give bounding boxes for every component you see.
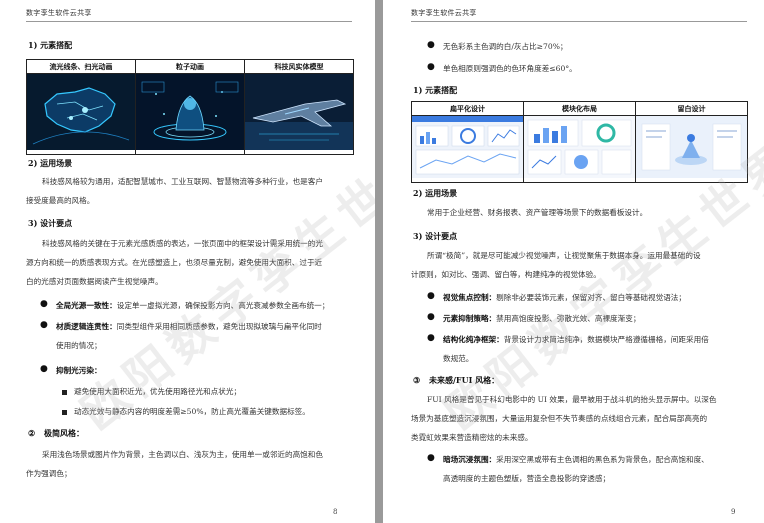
circled-number: ③ [413, 375, 421, 385]
bullet-continuation: 高透明度的主题色塑版，营造全息投影的穿透感； [443, 474, 611, 483]
running-header: 数字孪生软件云共享 [411, 9, 477, 17]
bullet-item: 无色彩系主色调的白/灰占比≥70%； [443, 42, 568, 51]
figure-cell [244, 73, 354, 155]
header-rule [26, 21, 352, 22]
paragraph-line: 常用于企业经营、财务报表、资产管理等场景下的数据看板设计。 [427, 208, 648, 217]
sub-bullet-item: 动态光效与静态内容的明度差需≥50%，防止高光覆盖关键数据标签。 [74, 407, 310, 416]
section-heading: 2) 运用场景 [28, 158, 73, 168]
sub-bullet-square [62, 410, 67, 415]
jet-model-image [245, 74, 353, 150]
bullet-dot: ● [427, 40, 435, 50]
bullet-continuation: 使用的情况； [56, 341, 102, 350]
bullet-item: 暗场沉浸氛围：采用深空黑或带有主色调相的黑色系为背景色，配合高饱和度、 [443, 455, 709, 464]
element-figure-table: 流光线条、扫光动画 粒子动画 科技风实体模型 [26, 59, 354, 155]
bullet-dot: ● [40, 320, 48, 330]
figure-cell [635, 115, 748, 183]
document-page-left: 数字孪生软件云共享 1) 元素搭配 流光线条、扫光动画 粒子动画 科技风实体模型 [0, 0, 375, 523]
section-heading: 3) 设计要点 [28, 218, 73, 228]
figure-header: 留白设计 [635, 101, 748, 116]
bullet-item: 抑制光污染： [56, 366, 102, 375]
figure-header: 科技风实体模型 [244, 59, 354, 74]
paragraph-line: 所谓“极简”，就是尽可能减少视觉噪声，让视觉聚焦于数据本身。运用最基础的设 [427, 251, 701, 260]
bullet-dot: ● [40, 364, 48, 374]
bullet-dot: ● [427, 312, 435, 322]
circled-number: ② [28, 428, 36, 438]
paragraph-line: 源方向和统一的质感表现方式。在光感塑造上，也须尽量克制，避免使用大面积、过于近 [26, 258, 323, 267]
section-heading: 3) 设计要点 [413, 231, 458, 241]
section-heading: 1) 元素搭配 [28, 40, 73, 50]
bullet-item: 结构化纯净框架：背景设计力求简洁纯净，数据模块严格遵循栅格，间距采用倍 [443, 335, 709, 344]
bullet-item: 材质逻辑连贯性：同类型组件采用相同质感参数，避免出现拟玻璃与扁平化同时 [56, 322, 322, 331]
header-rule [411, 21, 747, 22]
section-heading: 2) 运用场景 [413, 188, 458, 198]
section-heading: 1) 元素搭配 [413, 85, 458, 95]
paragraph-line: 作为强调色； [26, 469, 72, 478]
page-gutter [375, 0, 383, 523]
bullet-dot: ● [40, 299, 48, 309]
sub-bullet-square [62, 390, 67, 395]
figure-header: 模块化布局 [523, 101, 636, 116]
paragraph-line: 场景为基底塑造沉浸氛围，大量运用复杂但不失节奏感的点线组合元素，配合局部高亮的 [411, 414, 708, 423]
bullet-item: 单色相原则强调色的色环角度差≤60°。 [443, 64, 577, 73]
running-header: 数字孪生软件云共享 [26, 9, 92, 17]
figure-cell [411, 115, 524, 183]
bullet-dot: ● [427, 62, 435, 72]
figure-cell [135, 73, 245, 155]
bullet-dot: ● [427, 453, 435, 463]
page-number: 8 [333, 508, 338, 516]
bullet-item: 元素抑制策略：禁用高饱度投影、弥散光效、高裸度渐变； [443, 314, 641, 323]
page-number: 9 [731, 508, 736, 516]
sub-bullet-item: 避免使用大面积近光，优先使用路径光和点状光； [74, 387, 242, 396]
paragraph-line: 采用浅色场景或图片作为背景，主色调以白、浅灰为主，使用单一或邻近的高饱和色 [42, 450, 323, 459]
bullet-item: 视觉焦点控制：剔除非必要装饰元素，保留对齐、留白等基础视觉语法； [443, 293, 686, 302]
paragraph-line: 科技感风格的关键在于元素光感质感的表达，一张页面中的框架设计需采用统一的光 [42, 239, 323, 248]
bullet-dot: ● [427, 291, 435, 301]
particle-animation-image [136, 74, 244, 150]
figure-header: 粒子动画 [135, 59, 245, 74]
glowing-map-image [27, 74, 135, 150]
paragraph-line: 计原则，如对比、强调、留白等，构建纯净的视觉体验。 [411, 270, 601, 279]
paragraph-line: FUI 风格是曾见于科幻电影中的 UI 效果，最早被用于战斗机的抬头显示屏中。以… [427, 395, 717, 404]
figure-header: 扁平化设计 [411, 101, 524, 116]
figure-header: 流光线条、扫光动画 [26, 59, 136, 74]
bullet-item: 全局光源一致性：设定单一虚拟光源，确保投影方向、高光衰减参数全画布统一； [56, 301, 330, 310]
document-page-right: 数字孪生软件云共享 ● 无色彩系主色调的白/灰占比≥70%； ● 单色相原则强调… [383, 0, 764, 523]
modular-dashboard-image [524, 116, 635, 178]
paragraph-line: 科技感风格较为通用，适配智慧城市、工业互联网、智慧物流等多种行业，也是客户 [42, 177, 323, 186]
figure-cell [26, 73, 136, 155]
paragraph-line: 类霓虹效果来营造精密炫的未来感。 [411, 433, 533, 442]
flat-dashboard-image [412, 116, 523, 178]
bullet-dot: ● [427, 333, 435, 343]
element-figure-table: 扁平化设计 模块化布局 留白设计 [411, 101, 748, 183]
figure-cell [523, 115, 636, 183]
section-heading: 未来感/FUI 风格： [429, 375, 500, 385]
bullet-continuation: 数规范。 [443, 354, 474, 363]
whitespace-dashboard-image [636, 116, 747, 178]
paragraph-line: 接受度最高的风格。 [26, 196, 95, 205]
paragraph-line: 白的光感对页面数据阅读产生视觉噪声。 [26, 277, 163, 286]
section-heading: 极简风格： [44, 428, 84, 438]
